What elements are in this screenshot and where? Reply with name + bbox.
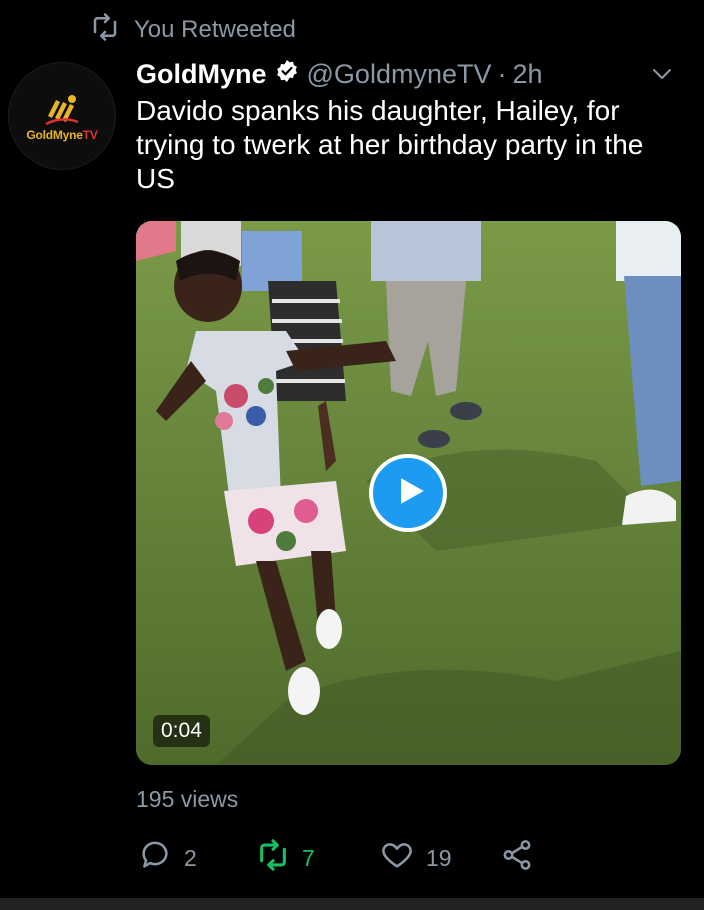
share-icon	[500, 838, 534, 878]
video-player[interactable]: 0:04	[136, 221, 681, 765]
play-icon	[388, 474, 428, 513]
view-count: 195 views	[136, 786, 239, 812]
bottom-divider	[0, 898, 704, 910]
tweet-header: GoldMyne @GoldmyneTV · 2h	[136, 56, 676, 92]
video-duration-badge: 0:04	[153, 715, 210, 747]
retweet-button[interactable]: 7	[256, 838, 315, 878]
retweet-banner-label: You Retweeted	[134, 16, 296, 43]
retweet-count: 7	[302, 844, 315, 871]
goldmyne-logo-icon	[45, 95, 79, 126]
reply-count: 2	[184, 844, 197, 871]
tweet-time[interactable]: 2h	[512, 59, 542, 90]
action-bar: 2 7 19	[136, 838, 556, 878]
like-count: 19	[426, 844, 452, 871]
avatar-logo-text: GoldMyneTV	[26, 128, 98, 142]
like-button[interactable]: 19	[380, 838, 452, 878]
reply-icon	[138, 838, 172, 878]
play-button[interactable]	[369, 454, 447, 532]
author-handle[interactable]: @GoldmyneTV	[307, 59, 492, 90]
separator-dot: ·	[497, 58, 507, 89]
avatar[interactable]: GoldMyneTV	[8, 62, 116, 170]
retweet-icon	[256, 838, 290, 878]
retweet-icon	[90, 12, 120, 49]
reply-button[interactable]: 2	[138, 838, 197, 878]
tweet-text: Davido spanks his daughter, Hailey, for …	[136, 95, 644, 194]
author-name[interactable]: GoldMyne	[136, 59, 267, 90]
share-button[interactable]	[500, 838, 534, 878]
heart-icon	[380, 838, 414, 878]
verified-badge-icon	[267, 59, 307, 90]
retweet-banner: You Retweeted	[90, 12, 296, 49]
